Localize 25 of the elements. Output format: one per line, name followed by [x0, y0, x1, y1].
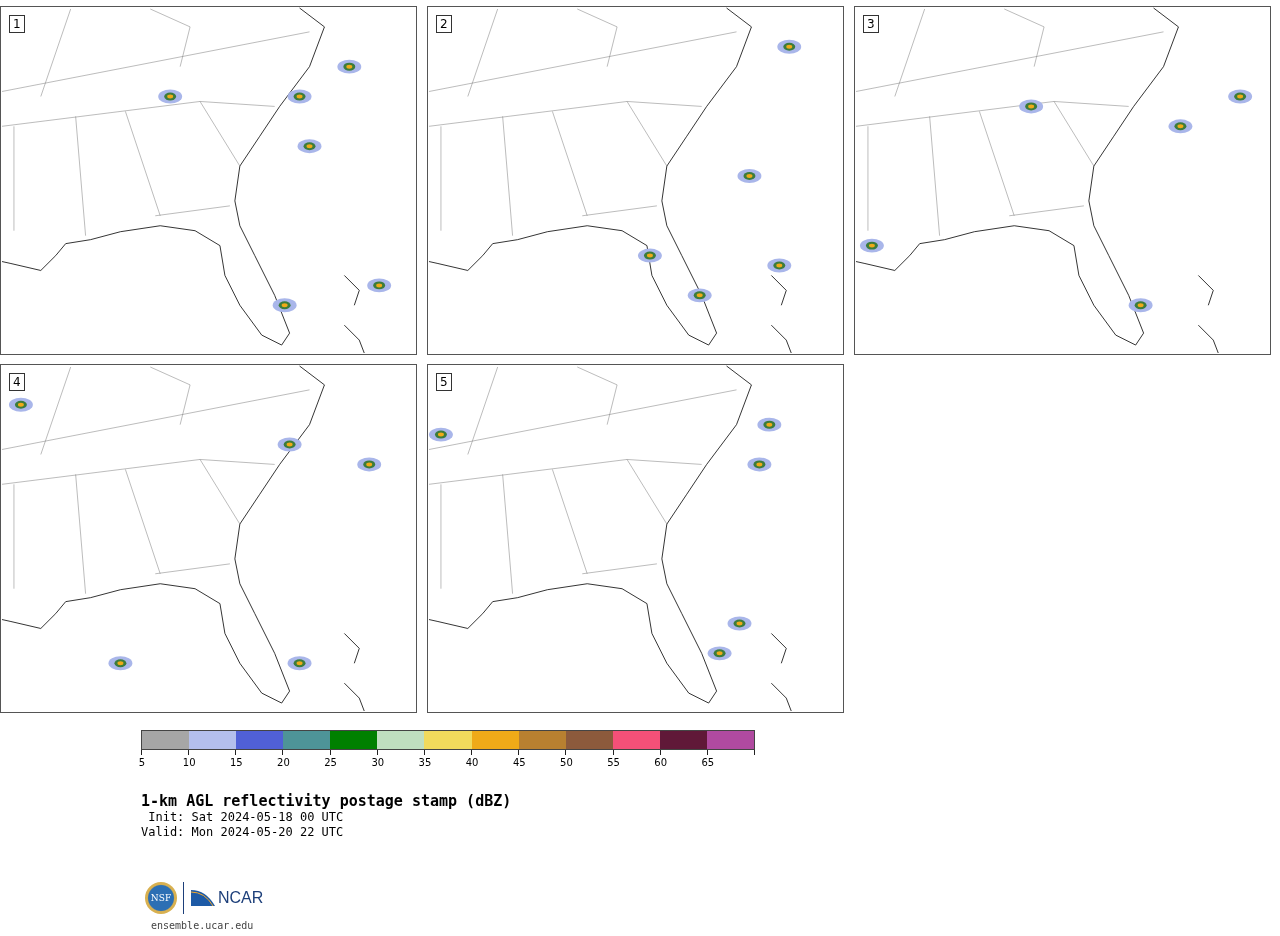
chart-title: 1-km AGL reflectivity postage stamp (dBZ)	[141, 792, 513, 810]
tick-label: 60	[653, 757, 669, 769]
swoosh-icon	[190, 888, 216, 908]
panel-number: 2	[436, 15, 452, 33]
panel-number: 4	[9, 373, 25, 391]
valid-time: Valid: Mon 2024-05-20 22 UTC	[141, 825, 345, 840]
init-time: Init: Sat 2024-05-18 00 UTC	[147, 810, 345, 825]
tick-label: 50	[559, 757, 574, 769]
tick-label: 40	[464, 757, 480, 769]
tick-label: 35	[417, 757, 433, 769]
panel-number: 5	[436, 373, 452, 391]
tick-label: 65	[700, 757, 716, 769]
tick-label: 15	[228, 757, 244, 769]
website-url: ensemble.ucar.edu	[151, 920, 255, 931]
ncar-logo: NCAR	[218, 889, 264, 907]
tick-label: 10	[181, 757, 197, 769]
nsf-logo: NSF	[145, 882, 177, 914]
tick-label: 20	[276, 757, 291, 769]
tick-label: 45	[511, 757, 527, 769]
tick-label: 55	[606, 757, 621, 769]
panel-number: 3	[863, 15, 879, 33]
panel-number: 1	[9, 15, 25, 33]
tick-label: 30	[370, 757, 386, 769]
tick-label: 25	[323, 757, 338, 769]
tick-label: 5	[137, 757, 147, 769]
